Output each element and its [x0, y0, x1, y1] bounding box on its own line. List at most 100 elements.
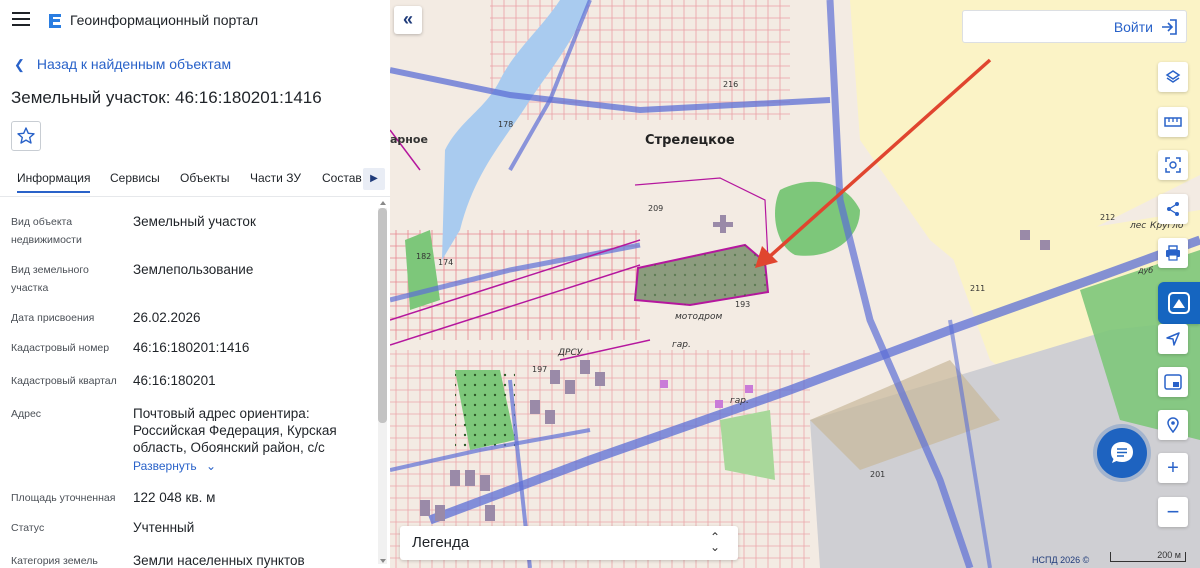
map-label-village: арное [390, 133, 428, 146]
info-label: Вид объекта недвижимости [11, 216, 82, 246]
info-label: Адрес [11, 408, 42, 420]
scroll-up-arrow-icon[interactable] [380, 201, 386, 205]
map-label-oak: дуб [1138, 266, 1154, 275]
collapse-panel-button[interactable]: « [394, 6, 422, 34]
legend-dropdown[interactable]: Легенда ⌃ ⌄ [400, 526, 738, 560]
zoom-out-button[interactable]: − [1158, 497, 1188, 527]
print-icon [1166, 245, 1180, 261]
scrollbar-thumb[interactable] [378, 208, 387, 423]
map-label-number: 216 [723, 80, 739, 89]
login-label: Войти [1113, 19, 1153, 35]
scale-label: 200 м [1157, 550, 1181, 560]
map-label-town: Стрелецкое [645, 133, 735, 148]
share-icon [1167, 202, 1179, 216]
tab-information[interactable]: Информация [17, 171, 91, 193]
header: Геоинформационный портал [0, 0, 390, 42]
map-label-garage: гар. [672, 340, 691, 350]
zoom-in-button[interactable]: + [1158, 453, 1188, 483]
info-value: Землепользование [133, 262, 254, 277]
tab-objects[interactable]: Объекты [180, 171, 230, 185]
map-label-number: 212 [1100, 213, 1116, 222]
expand-collapse-icon: ⌃ ⌄ [709, 530, 720, 554]
page-title: Земельный участок: 46:16:180201:1416 [11, 88, 322, 107]
ruler-icon [1164, 117, 1182, 127]
map-label-number: 193 [735, 300, 751, 309]
info-value: Учтенный [133, 520, 195, 535]
chevron-left-icon: ❮ [14, 57, 25, 72]
info-value: Почтовый адрес ориентира: Российская Фед… [133, 406, 337, 455]
layers-icon [1165, 70, 1181, 83]
menu-icon[interactable] [12, 12, 30, 26]
tab-bar: Информация Сервисы Объекты Части ЗУ Сост… [0, 164, 390, 194]
layers-button[interactable] [1158, 62, 1188, 92]
info-label: Кадастровый номер [11, 342, 110, 354]
info-label: Вид земельного участка [11, 264, 89, 294]
expand-link[interactable]: Развернуть ⌄ [133, 458, 216, 475]
print-button[interactable] [1158, 238, 1188, 268]
minus-icon: − [1166, 499, 1180, 524]
info-value: 26.02.2026 [133, 310, 201, 325]
info-label: Площадь уточненная [11, 492, 116, 504]
scale-bar: 200 м [1110, 550, 1186, 562]
object-panel: Геоинформационный портал ❮ Назад к найден… [0, 0, 390, 568]
tabs-scroll-right-button[interactable]: ▶ [363, 168, 385, 190]
tab-services[interactable]: Сервисы [110, 171, 160, 185]
map-label-number: 211 [970, 284, 986, 293]
map-label-drsu: ДРСУ [558, 348, 583, 358]
plus-icon: + [1167, 457, 1179, 479]
info-value: 46:16:180201:1416 [133, 340, 250, 355]
chevron-down-icon: ⌄ [205, 459, 217, 473]
map-label-number: 182 [416, 252, 432, 261]
copyright-text: НСПД 2026 © [1032, 555, 1090, 565]
double-chevron-left-icon: « [402, 9, 413, 29]
geolocation-button[interactable] [1158, 410, 1188, 440]
portal-logo-icon [49, 14, 61, 28]
basemap-toggle-button[interactable] [1158, 282, 1200, 324]
ruler-button[interactable] [1158, 107, 1188, 137]
login-icon [1162, 19, 1177, 35]
address-block: Почтовый адрес ориентира: Российская Фед… [133, 405, 368, 475]
tab-composition[interactable]: Состав [322, 171, 362, 185]
info-list: Вид объекта недвижимости Земельный участ… [0, 200, 376, 568]
legend-label: Легенда [412, 534, 470, 551]
login-button[interactable]: Войти [962, 10, 1187, 43]
divider [0, 196, 390, 197]
navigation-arrow-icon [1166, 332, 1180, 346]
tab-parts[interactable]: Части ЗУ [250, 171, 301, 185]
map-label-number: 209 [648, 204, 664, 213]
map-label-number: 201 [870, 470, 886, 479]
locate-button[interactable] [1158, 324, 1188, 354]
chevron-right-icon: ▶ [370, 173, 378, 184]
scroll-down-arrow-icon[interactable] [380, 559, 386, 563]
info-value: Земельный участок [133, 214, 256, 229]
select-area-button[interactable] [1158, 150, 1188, 180]
map-label-number: 197 [532, 365, 548, 374]
favorite-button[interactable] [11, 121, 41, 151]
app-title: Геоинформационный портал [70, 12, 259, 28]
select-area-icon [1165, 157, 1181, 173]
back-link-label: Назад к найденным объектам [36, 56, 232, 72]
info-value: 46:16:180201 [133, 373, 216, 388]
info-value: 122 048 кв. м [133, 490, 216, 505]
info-label: Статус [11, 522, 45, 534]
minimap-icon [1164, 374, 1182, 390]
map-label-forest: лес [1130, 221, 1147, 231]
map-label-number: 174 [438, 258, 454, 267]
share-button[interactable] [1158, 194, 1188, 224]
chat-button[interactable] [1097, 428, 1147, 478]
location-pin-icon [1167, 417, 1179, 433]
expand-label: Развернуть [133, 459, 197, 473]
map-canvas[interactable]: Стрелецкое мотодром гар. гар. ДРСУ лес К… [390, 0, 1200, 568]
info-label: Дата присвоения [11, 312, 95, 324]
map-label-motodrom: мотодром [675, 312, 723, 322]
star-icon [17, 127, 35, 144]
map-layer [390, 0, 1200, 568]
back-link[interactable]: ❮ Назад к найденным объектам [14, 56, 231, 73]
info-label: Кадастровый квартал [11, 375, 117, 387]
minimap-button[interactable] [1158, 367, 1188, 397]
info-label: Категория земель [11, 555, 98, 567]
chat-icon [1111, 442, 1133, 463]
map-label-garage: гар. [730, 396, 749, 406]
map-label-number: 178 [498, 120, 514, 129]
info-value: Земли населенных пунктов [133, 553, 305, 568]
